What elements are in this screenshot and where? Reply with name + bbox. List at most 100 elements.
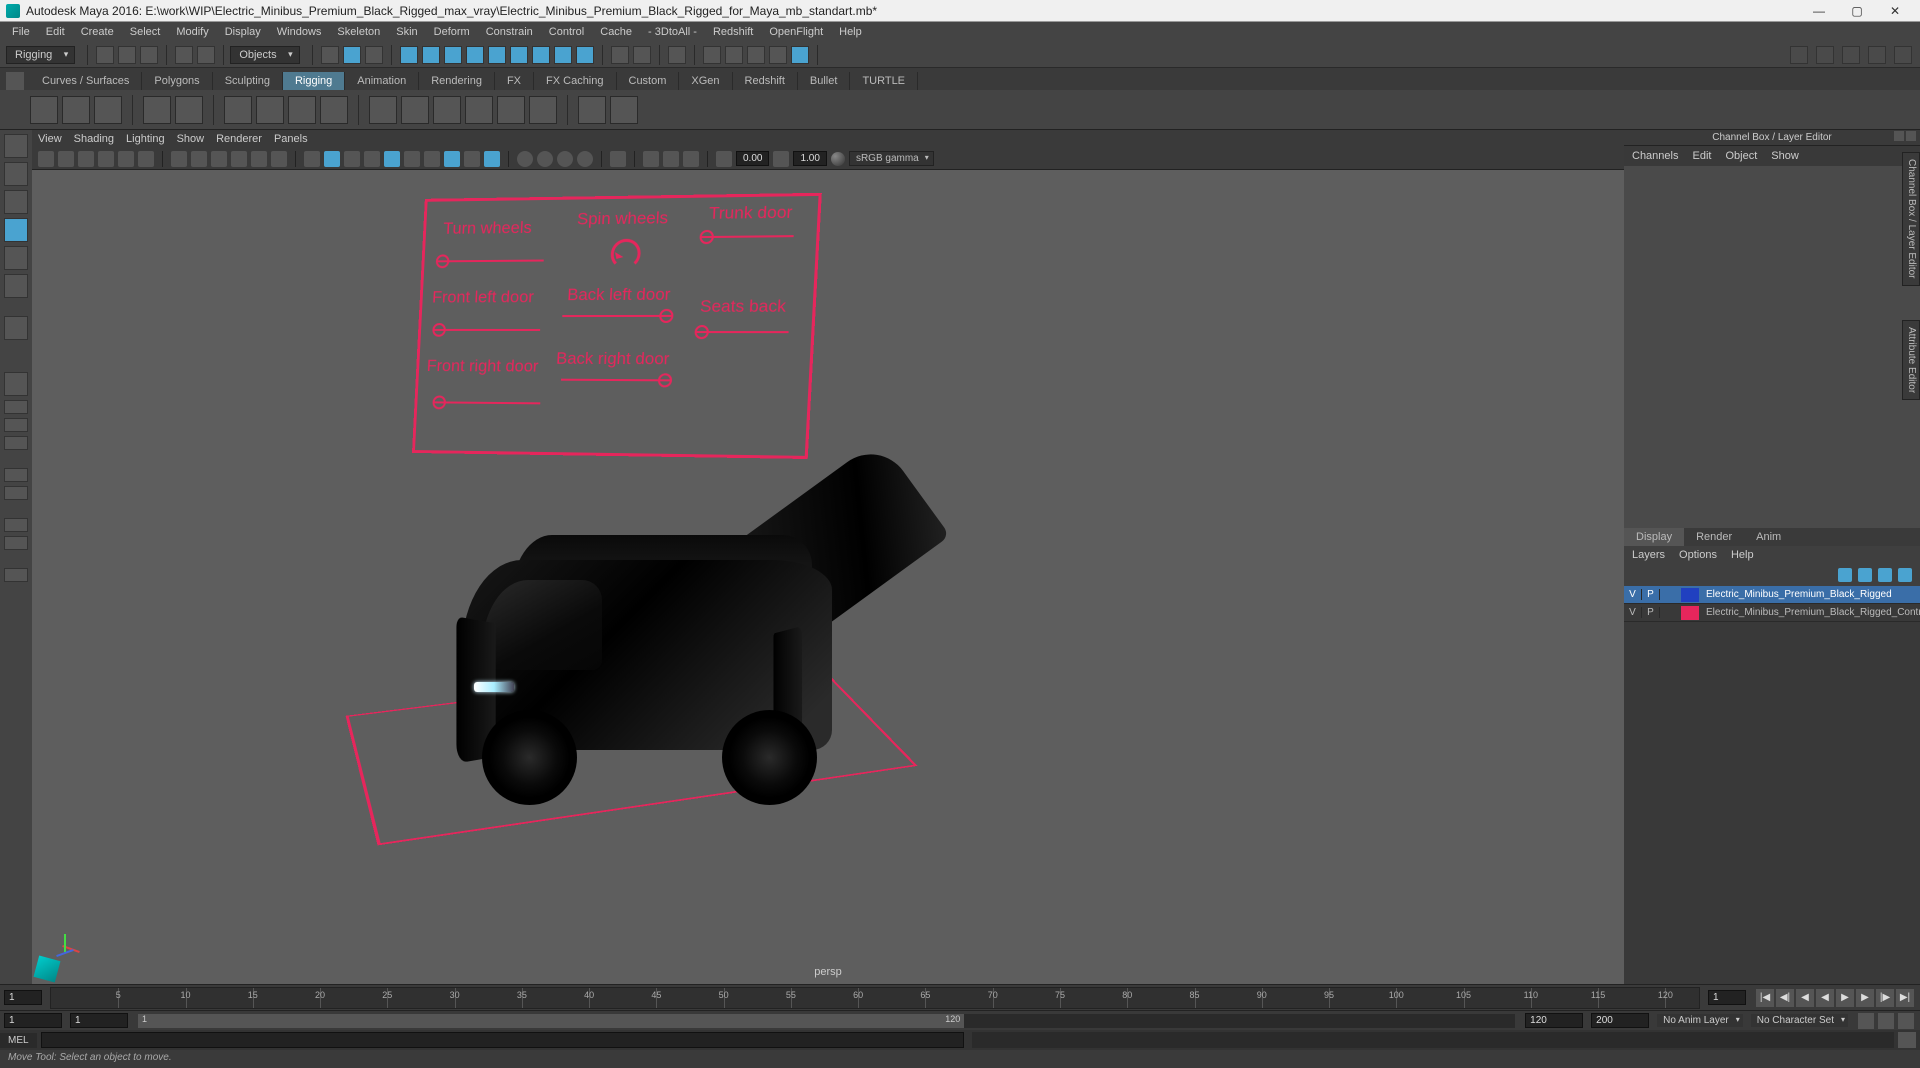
set-key-icon[interactable] [1878,1013,1894,1029]
snap-point-icon[interactable] [444,46,462,64]
redo-icon[interactable] [197,46,215,64]
tool-settings-toggle-icon[interactable] [1894,46,1912,64]
layer-playback-toggle[interactable]: P [1642,607,1660,618]
wire-on-shaded-icon[interactable] [364,151,380,167]
time-slider-track[interactable]: 5101520253035404550556065707580859095100… [50,987,1700,1009]
snap-curve-icon[interactable] [422,46,440,64]
command-input[interactable] [41,1032,965,1048]
close-button[interactable]: ✕ [1876,1,1914,21]
layout-custom-icon[interactable] [4,536,28,550]
3d-viewport[interactable]: Turn wheels Spin wheels Trunk door Front… [32,170,1624,984]
layer-color-swatch[interactable] [1681,606,1699,620]
range-end-field[interactable]: 200 [1591,1013,1649,1028]
rig-slider-trunk-door[interactable] [702,235,794,238]
rig-slider-back-right-door[interactable] [561,379,670,382]
scale-tool-icon[interactable] [4,274,28,298]
panel-menu-lighting[interactable]: Lighting [126,133,165,145]
paint-select-tool-icon[interactable] [4,190,28,214]
menu-edit[interactable]: Edit [38,24,73,40]
near-clip-icon[interactable] [643,151,659,167]
step-back-button[interactable]: ◀ [1796,989,1814,1007]
lock-camera-icon[interactable] [58,151,74,167]
gamma-value[interactable]: 1.00 [793,151,826,166]
side-tab-channel-box[interactable]: Channel Box / Layer Editor [1902,152,1920,286]
shelf-joint-icon[interactable] [30,96,58,124]
menu-constrain[interactable]: Constrain [478,24,541,40]
selection-mode-dropdown[interactable]: Objects [230,46,299,64]
shelf-quick-rig-icon[interactable] [175,96,203,124]
last-tool-icon[interactable] [4,316,28,340]
range-in-end-field[interactable]: 120 [1525,1013,1583,1028]
layers-menu-layers[interactable]: Layers [1632,549,1665,561]
minimize-button[interactable]: — [1800,1,1838,21]
wireframe-icon[interactable] [304,151,320,167]
layout-hypershade-icon[interactable] [4,518,28,532]
panel-close-icon[interactable] [1906,131,1916,141]
render-frame-icon[interactable] [703,46,721,64]
select-by-object-icon[interactable] [343,46,361,64]
rig-slider-seats-back[interactable] [697,331,789,333]
shelf-tab-redshift[interactable]: Redshift [733,72,798,90]
shelf-tab-xgen[interactable]: XGen [679,72,732,90]
layout-four-icon[interactable] [4,400,28,414]
cb-menu-channels[interactable]: Channels [1632,150,1678,162]
anti-alias-icon[interactable] [484,151,500,167]
layer-row[interactable]: V P Electric_Minibus_Premium_Black_Rigge… [1624,604,1920,622]
2d-pan-icon[interactable] [118,151,134,167]
exposure-icon[interactable] [610,151,626,167]
resolution-gate-icon[interactable] [211,151,227,167]
film-gate-icon[interactable] [191,151,207,167]
gate-mask-icon[interactable] [231,151,247,167]
color-management-dropdown[interactable]: sRGB gamma [849,151,934,166]
prefs-icon[interactable] [1898,1013,1914,1029]
panel-menu-renderer[interactable]: Renderer [216,133,262,145]
rig-slider-back-left-door[interactable] [562,315,671,317]
layer-new-empty-icon[interactable] [1878,568,1892,582]
construction-history-icon[interactable] [668,46,686,64]
panel-menu-show[interactable]: Show [177,133,205,145]
cb-menu-object[interactable]: Object [1725,150,1757,162]
menu-help[interactable]: Help [831,24,870,40]
module-dropdown[interactable]: Rigging [6,46,75,64]
character-set-dropdown[interactable]: No Character Set [1751,1014,1848,1027]
shelf-tab-rendering[interactable]: Rendering [419,72,495,90]
open-scene-icon[interactable] [118,46,136,64]
snap-element-icon[interactable] [532,46,550,64]
xray-components-icon[interactable] [577,151,593,167]
hypershade-icon[interactable] [1816,46,1834,64]
vehicle-model[interactable] [402,450,922,830]
layout-outliner-icon[interactable] [4,468,28,482]
layout-save-icon[interactable] [4,568,28,582]
shelf-lattice-icon[interactable] [224,96,252,124]
new-scene-icon[interactable] [96,46,114,64]
view-transform-icon[interactable] [831,152,845,166]
exposure-value[interactable]: 0.00 [736,151,769,166]
rotate-tool-icon[interactable] [4,246,28,270]
side-tab-attribute-editor[interactable]: Attribute Editor [1902,320,1920,400]
step-forward-button[interactable]: ▶ [1856,989,1874,1007]
layer-row[interactable]: V P Electric_Minibus_Premium_Black_Rigge… [1624,586,1920,604]
attr-editor-toggle-icon[interactable] [1868,46,1886,64]
script-editor-button[interactable] [1898,1032,1916,1048]
xray-joints-icon[interactable] [557,151,573,167]
menu-select[interactable]: Select [122,24,169,40]
rig-slider-front-right-door[interactable] [434,401,540,404]
panel-dock-icon[interactable] [1894,131,1904,141]
menu-file[interactable]: File [4,24,38,40]
shelf-menu-toggle-icon[interactable] [6,72,24,90]
snap-view-icon[interactable] [510,46,528,64]
render-pause-icon[interactable] [791,46,809,64]
shelf-tab-curves[interactable]: Curves / Surfaces [30,72,142,90]
textured-icon[interactable] [384,151,400,167]
save-scene-icon[interactable] [140,46,158,64]
menu-skeleton[interactable]: Skeleton [329,24,388,40]
go-to-end-button[interactable]: ▶| [1896,989,1914,1007]
xray-icon[interactable] [537,151,553,167]
play-forward-button[interactable]: ▶ [1836,989,1854,1007]
layer-playback-toggle[interactable]: P [1642,589,1660,600]
layer-color-swatch[interactable] [1681,588,1699,602]
shelf-tab-turtle[interactable]: TURTLE [850,72,918,90]
isolate-select-icon[interactable] [517,151,533,167]
shelf-wrap-icon[interactable] [320,96,348,124]
select-camera-icon[interactable] [38,151,54,167]
